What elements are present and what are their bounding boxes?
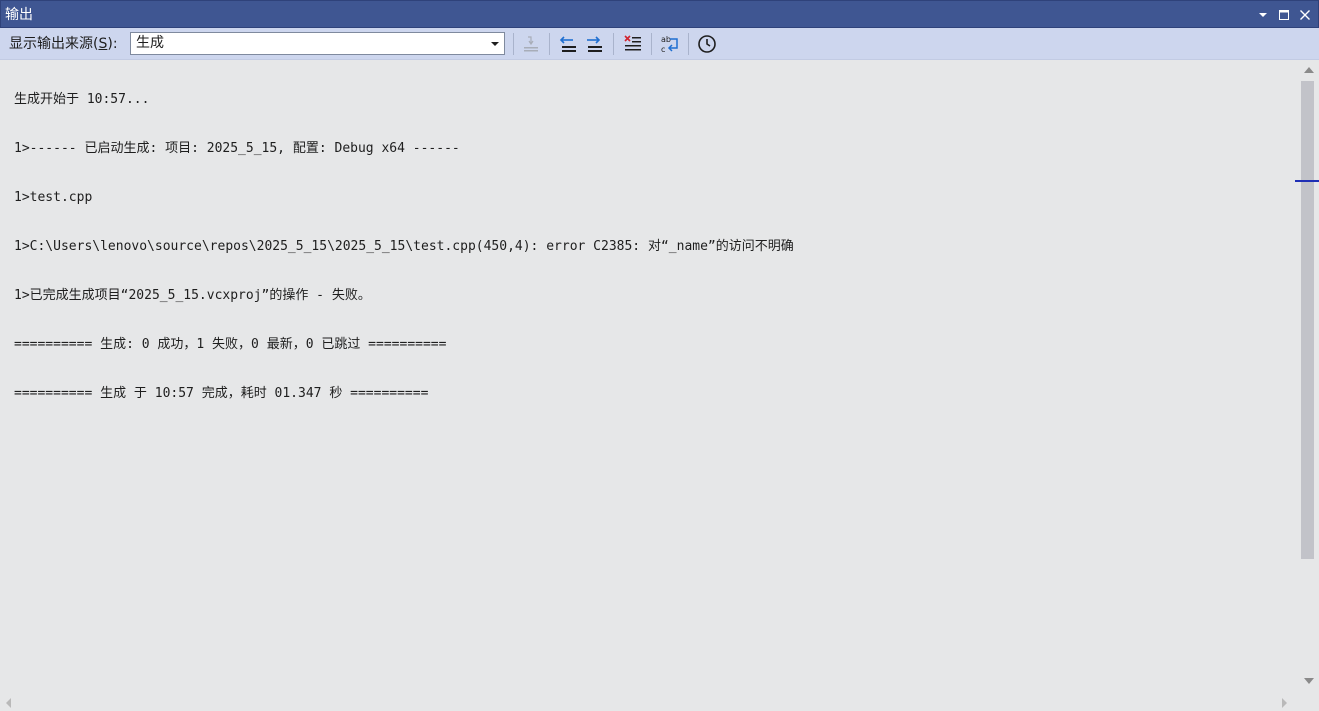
scrollbar-corner	[1300, 694, 1319, 711]
output-text-pane[interactable]: 生成开始于 10:57... 1>------ 已启动生成: 项目: 2025_…	[0, 60, 1300, 694]
clear-all-icon	[624, 35, 641, 51]
output-line: ========== 生成: 0 成功，1 失败，0 最新，0 已跳过 ====…	[14, 337, 447, 352]
next-message-button[interactable]	[583, 32, 607, 56]
toolbar-separator	[513, 33, 514, 55]
toggle-word-wrap-button[interactable]: ab c	[658, 32, 682, 56]
output-line: 生成开始于 10:57...	[14, 92, 150, 107]
go-to-previous-message-icon	[559, 36, 576, 52]
find-message-icon	[524, 36, 538, 52]
scroll-down-icon[interactable]	[1304, 678, 1314, 684]
output-source-value: 生成	[136, 35, 164, 51]
find-message-button[interactable]	[519, 32, 543, 56]
output-source-select[interactable]: 生成	[130, 32, 505, 55]
scroll-left-icon[interactable]	[6, 698, 11, 708]
output-line: 1>已完成生成项目“2025_5_15.vcxproj”的操作 - 失败。	[14, 288, 371, 303]
horizontal-scrollbar[interactable]	[0, 694, 1300, 711]
output-toolbar: 显示输出来源(S): 生成 ab c	[0, 28, 1319, 60]
show-timestamp-icon	[698, 35, 716, 53]
go-to-next-message-icon	[587, 36, 602, 52]
svg-text:c: c	[661, 45, 665, 54]
show-output-from-label: 显示输出来源(S):	[9, 36, 118, 52]
chevron-down-icon	[491, 42, 499, 46]
output-line: 1>test.cpp	[14, 190, 93, 205]
previous-message-button[interactable]	[557, 32, 581, 56]
svg-text:ab: ab	[661, 35, 671, 44]
vertical-scrollbar[interactable]	[1295, 60, 1319, 694]
clear-all-button[interactable]	[621, 32, 645, 56]
toolbar-separator	[651, 33, 652, 55]
output-line: ========== 生成 于 10:57 完成，耗时 01.347 秒 ===…	[14, 386, 429, 401]
toolbar-separator	[688, 33, 689, 55]
vertical-scroll-thumb[interactable]	[1301, 81, 1314, 559]
show-timestamp-button[interactable]	[695, 32, 719, 56]
close-icon[interactable]	[1295, 1, 1315, 29]
toggle-word-wrap-icon: ab c	[661, 35, 678, 54]
toolbar-separator	[549, 33, 550, 55]
output-line: 1>------ 已启动生成: 项目: 2025_5_15, 配置: Debug…	[14, 141, 460, 156]
caret-position-marker	[1295, 180, 1319, 182]
window-title: 输出	[5, 7, 33, 23]
output-line-error[interactable]: 1>C:\Users\lenovo\source\repos\2025_5_15…	[14, 237, 794, 256]
toolbar-separator	[613, 33, 614, 55]
scroll-right-icon[interactable]	[1282, 698, 1287, 708]
output-window: 输出 显示输出来源(S): 生成 ab c 生成开始于 10:57... 1>-…	[0, 0, 1319, 711]
maximize-icon[interactable]	[1274, 1, 1294, 29]
title-bar: 输出	[0, 0, 1319, 28]
output-lines: 生成开始于 10:57... 1>------ 已启动生成: 项目: 2025_…	[14, 60, 794, 433]
dropdown-arrow-icon[interactable]	[1253, 1, 1273, 29]
scroll-up-icon[interactable]	[1304, 67, 1314, 73]
